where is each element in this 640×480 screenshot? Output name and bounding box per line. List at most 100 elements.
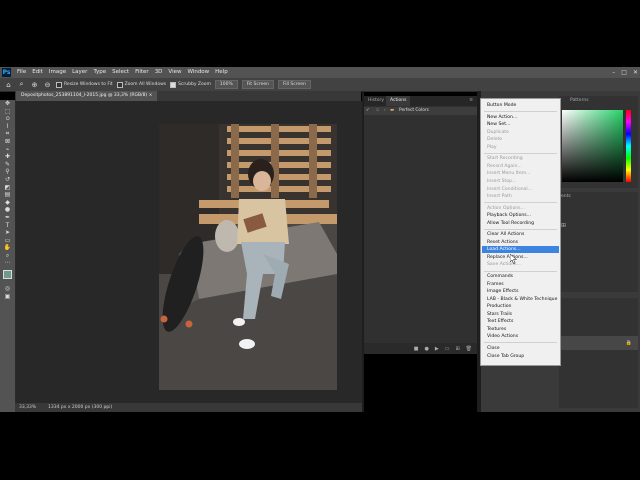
foreground-color-swatch[interactable]	[3, 270, 12, 280]
menu-separator	[484, 342, 557, 344]
toggle-checkmark-icon[interactable]: ✓	[366, 107, 370, 115]
menu-item-image-effects[interactable]: Image Effects	[487, 288, 518, 295]
menu-help[interactable]: Help	[212, 67, 231, 78]
action-set-name: Perfect Colors	[399, 108, 429, 113]
tab-actions[interactable]: Actions	[386, 96, 411, 106]
brush-tool-icon[interactable]: ✎	[0, 161, 15, 169]
zoom-100-button[interactable]: 100%	[214, 80, 238, 89]
tab-adjustments[interactable]: ents	[561, 192, 571, 202]
menu-window[interactable]: Window	[184, 67, 212, 78]
eraser-tool-icon[interactable]: ◩	[0, 184, 15, 192]
menu-item-commands[interactable]: Commands	[487, 273, 513, 280]
expand-arrow-icon[interactable]: ›	[384, 107, 386, 115]
menu-image[interactable]: Image	[46, 67, 69, 78]
menu-item-allow-tool-recording[interactable]: Allow Tool Recording	[487, 220, 534, 227]
dialog-toggle-icon[interactable]: ▫	[376, 107, 379, 115]
menu-item-text-effects[interactable]: Text Effects	[487, 318, 513, 325]
resize-windows-checkbox[interactable]: Resize Windows to Fit	[56, 81, 113, 88]
menu-item-close-tab-group[interactable]: Close Tab Group	[487, 353, 524, 360]
type-tool-icon[interactable]: T	[0, 222, 15, 230]
document-tab-row: Depositphotos_253891104_l-2015.jpg @ 33,…	[15, 91, 361, 101]
color-swatches[interactable]	[0, 267, 15, 285]
healing-brush-tool-icon[interactable]: ✚	[0, 153, 15, 161]
menu-item-video-actions[interactable]: Video Actions	[487, 333, 518, 340]
menu-view[interactable]: View	[165, 67, 184, 78]
action-set-row[interactable]: ✓ ▫ › ▬ Perfect Colors	[364, 107, 477, 115]
hand-tool-icon[interactable]: ✋	[0, 244, 15, 252]
menu-item-playback-options[interactable]: Playback Options...	[487, 212, 531, 219]
zoom-tool-icon[interactable]: ⌕	[0, 252, 15, 260]
eyedropper-tool-icon[interactable]: ⌁	[0, 146, 15, 154]
record-icon[interactable]: ●	[424, 346, 428, 352]
zoom-out-icon[interactable]: ⊖	[43, 81, 52, 89]
menu-file[interactable]: File	[14, 67, 29, 78]
screen-mode-icon[interactable]: ▣	[0, 293, 15, 301]
zoom-in-icon[interactable]: ⊕	[30, 81, 39, 89]
new-set-icon[interactable]: ▭	[445, 346, 450, 352]
menu-item-clear-all-actions[interactable]: Clear All Actions	[487, 231, 524, 238]
home-icon[interactable]: ⌂	[4, 81, 13, 89]
menu-item-button-mode[interactable]: Button Mode	[487, 102, 516, 109]
menu-item-insert-menu-item: Insert Menu Item...	[487, 171, 531, 177]
quick-mask-icon[interactable]: ◎	[0, 285, 15, 293]
fit-screen-button[interactable]: Fit Screen	[241, 80, 274, 89]
fill-screen-button[interactable]: Fill Screen	[277, 80, 311, 89]
hue-slider[interactable]	[626, 110, 631, 182]
move-tool-icon[interactable]: ✥	[0, 100, 15, 108]
menu-item-duplicate: Duplicate	[487, 129, 509, 135]
quick-select-tool-icon[interactable]: ⌇	[0, 123, 15, 131]
frame-tool-icon[interactable]: ⊠	[0, 138, 15, 146]
document-tab-title: Depositphotos_253891104_l-2015.jpg @ 33,…	[21, 93, 148, 98]
menu-item-close[interactable]: Close	[487, 345, 500, 352]
menu-edit[interactable]: Edit	[29, 67, 46, 78]
minimize-icon[interactable]: –	[612, 67, 615, 78]
zoom-level[interactable]: 33,33%	[19, 403, 36, 412]
play-icon[interactable]: ▶	[435, 346, 439, 352]
menu-item-new-set[interactable]: New Set...	[487, 121, 510, 128]
pen-tool-icon[interactable]: ✒	[0, 214, 15, 222]
menu-layer[interactable]: Layer	[69, 67, 90, 78]
menu-item-replace-actions[interactable]: Replace Actions...	[487, 254, 528, 261]
lasso-tool-icon[interactable]: ഠ	[0, 115, 15, 123]
crop-tool-icon[interactable]: ⌗	[0, 130, 15, 138]
menu-item-stars-trails[interactable]: Stars Trails	[487, 311, 512, 318]
status-arrow-icon[interactable]: ›	[105, 403, 107, 412]
menu-select[interactable]: Select	[109, 67, 132, 78]
menu-3d[interactable]: 3D	[152, 67, 166, 78]
zoom-all-checkbox[interactable]: Zoom All Windows	[116, 81, 166, 88]
panel-menu-icon[interactable]: ≡	[465, 96, 477, 106]
menu-type[interactable]: Type	[90, 67, 109, 78]
menu-item-production[interactable]: Production	[487, 303, 511, 310]
zoom-tool-icon[interactable]: ⌕	[17, 80, 26, 89]
menu-filter[interactable]: Filter	[132, 67, 152, 78]
history-brush-tool-icon[interactable]: ↺	[0, 176, 15, 184]
folder-icon: ▬	[390, 108, 395, 113]
document-tab[interactable]: Depositphotos_253891104_l-2015.jpg @ 33,…	[16, 91, 158, 101]
more-tools-icon[interactable]: ⋯	[0, 259, 15, 267]
maximize-icon[interactable]: □	[621, 67, 627, 78]
dodge-tool-icon[interactable]: ●	[0, 206, 15, 214]
scrubby-zoom-checkbox[interactable]: Scrubby Zoom	[170, 81, 211, 88]
blur-tool-icon[interactable]: ◆	[0, 199, 15, 207]
delete-icon[interactable]: 🗑	[466, 346, 472, 352]
menu-item-frames[interactable]: Frames	[487, 281, 504, 288]
close-icon[interactable]: ✕	[633, 67, 638, 78]
marquee-tool-icon[interactable]: ⬚	[0, 108, 15, 116]
tab-patterns[interactable]: Patterns	[570, 96, 589, 106]
menu-item-start-recording: Start Recording	[487, 156, 523, 162]
clone-stamp-tool-icon[interactable]: ⚲	[0, 168, 15, 176]
menu-item-action-options: Action Options...	[487, 205, 525, 211]
path-select-tool-icon[interactable]: ➤	[0, 229, 15, 237]
tab-history[interactable]: History	[364, 96, 388, 106]
menu-item-new-action[interactable]: New Action...	[487, 114, 517, 121]
stop-icon[interactable]: ■	[414, 346, 419, 352]
new-action-icon[interactable]: ⊞	[455, 346, 459, 352]
menu-item-reset-actions[interactable]: Reset Actions	[487, 239, 518, 246]
gradient-tool-icon[interactable]: ▤	[0, 191, 15, 199]
color-field[interactable]	[562, 110, 623, 182]
menu-item-textures[interactable]: Textures	[487, 326, 506, 333]
menu-item-lab-black-white-technique[interactable]: LAB - Black & White Technique	[487, 296, 557, 303]
menu-item-load-actions[interactable]: Load Actions...	[487, 246, 521, 253]
adjustment-icon[interactable]: ⊞	[561, 222, 566, 229]
menu-separator	[484, 111, 557, 113]
